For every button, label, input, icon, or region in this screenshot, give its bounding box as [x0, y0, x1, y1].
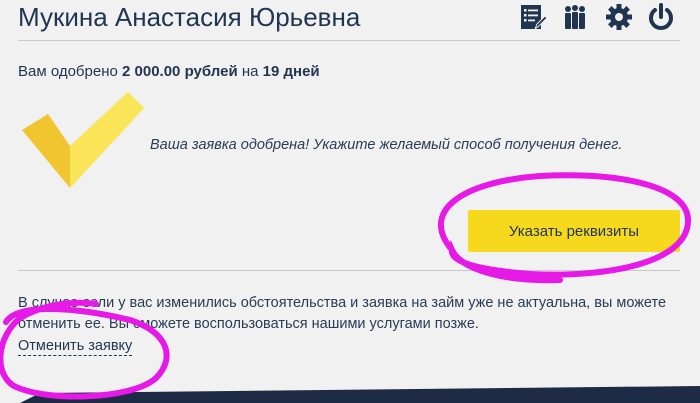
list-edit-icon[interactable] [518, 2, 548, 32]
cancel-info-text: В случае если у вас изменились обстоятел… [18, 295, 667, 332]
specify-details-button[interactable]: Указать реквизиты [468, 210, 680, 252]
checkmark-icon [22, 92, 144, 188]
status-message: Ваша заявка одобрена! Укажите желаемый с… [150, 137, 623, 153]
gear-icon[interactable] [604, 2, 634, 32]
approval-middle: на [241, 63, 259, 80]
section-divider [18, 270, 680, 271]
header-divider [18, 40, 680, 41]
people-icon[interactable] [560, 2, 590, 32]
approved-term: 19 дней [262, 63, 320, 80]
approval-prefix: Вам одобрено [18, 63, 118, 80]
power-icon[interactable] [646, 2, 676, 32]
approved-amount: 2 000.00 рублей [122, 63, 238, 80]
footer-strip [0, 386, 700, 403]
approval-summary: Вам одобрено 2 000.00 рублей на 19 дней [18, 63, 320, 80]
page-header: Мукина Анастасия Юрьевна [0, 0, 700, 40]
user-name: Мукина Анастасия Юрьевна [18, 2, 361, 32]
cancel-application-link[interactable]: Отменить заявку [18, 337, 133, 356]
